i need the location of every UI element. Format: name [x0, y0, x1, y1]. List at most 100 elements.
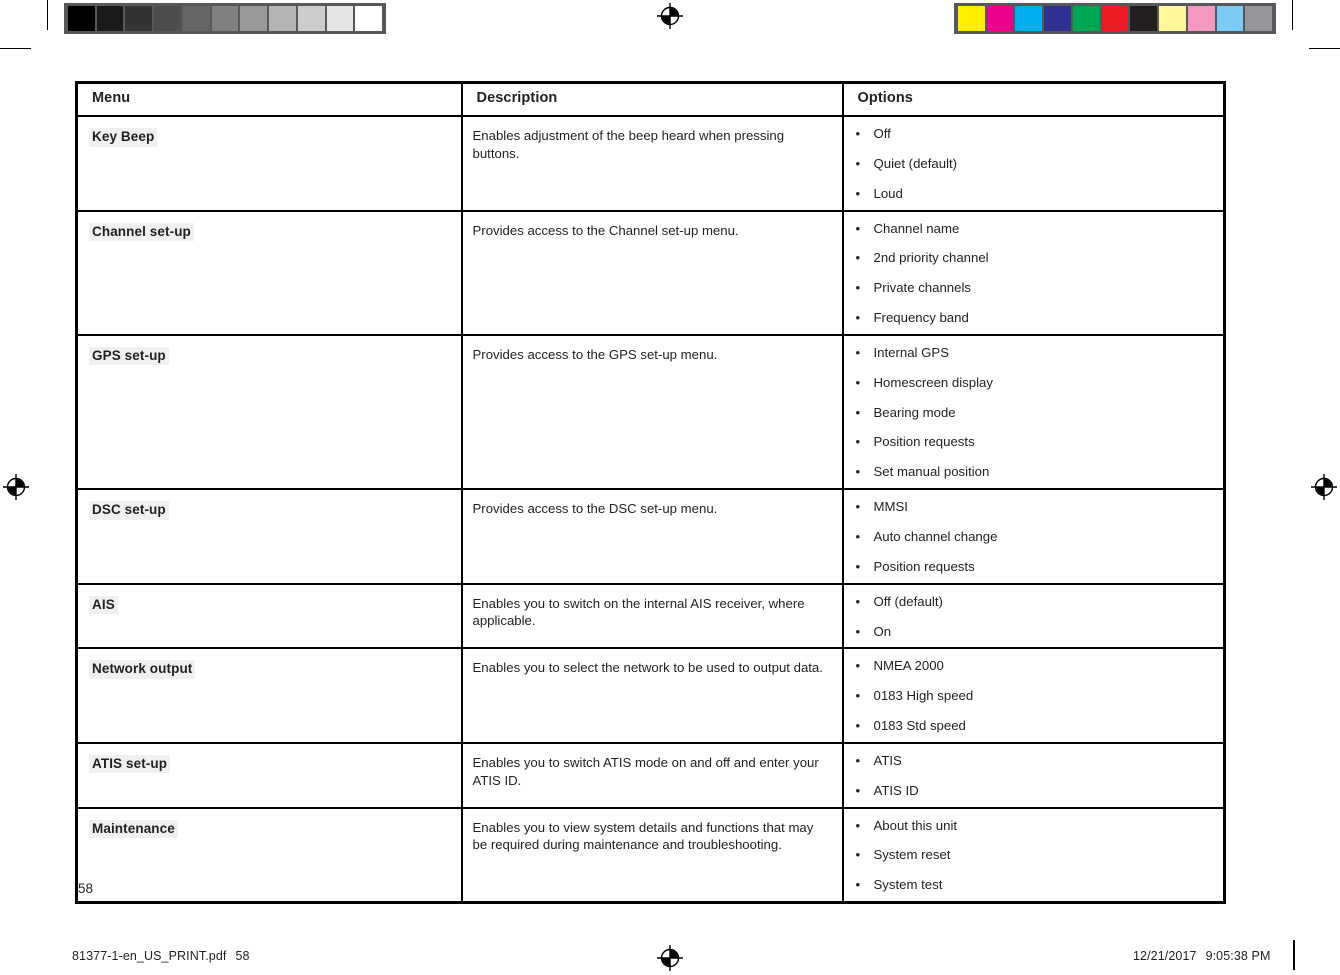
menu-cell: GPS set-up	[75, 333, 463, 491]
list-item: • System reset	[844, 847, 1224, 863]
bullet-icon: •	[855, 185, 861, 201]
table-row: GPS set-up Provides access to the GPS se…	[75, 333, 1226, 491]
bullet-icon: •	[855, 374, 861, 390]
option-label: Bearing mode	[873, 404, 956, 420]
footer-right: 12/21/2017 9:05:38 PM	[1133, 949, 1271, 963]
footer-time: 9:05:38 PM	[1205, 949, 1271, 963]
description-text: Enables you to select the network to be …	[472, 660, 823, 676]
options-list: • Off (default) • On	[844, 585, 1224, 648]
option-label: 0183 Std speed	[873, 718, 966, 734]
option-label: Off (default)	[873, 593, 943, 609]
color-patch-2	[1015, 6, 1043, 31]
bullet-icon: •	[855, 593, 861, 609]
list-item: • MMSI	[844, 499, 1224, 515]
table-row: ATIS set-up Enables you to switch ATIS m…	[75, 741, 1226, 809]
bullet-icon: •	[855, 817, 861, 833]
options-list: • MMSI • Auto channel change • Position req…	[844, 490, 1224, 583]
grayscale-patch-3	[154, 6, 181, 31]
color-calibration-strip	[954, 3, 1276, 34]
bullet-icon: •	[855, 877, 861, 893]
table-row: Channel set-up Provides access to the Ch…	[75, 209, 1226, 336]
bullet-icon: •	[855, 434, 861, 450]
description-cell: Enables you to select the network to be …	[460, 647, 844, 744]
registration-mark-left	[2, 473, 30, 501]
grayscale-patch-0	[68, 6, 95, 31]
bullet-icon: •	[855, 344, 861, 360]
list-item: • Private channels	[844, 280, 1224, 296]
grayscale-patch-4	[182, 6, 210, 31]
grayscale-patch-7	[269, 6, 296, 31]
list-item: • System test	[844, 877, 1224, 893]
list-item: • 2nd priority channel	[844, 250, 1224, 266]
options-cell: • NMEA 2000 • 0183 High speed • 0183 Std sp…	[841, 647, 1226, 744]
bullet-icon: •	[855, 658, 861, 674]
bullet-icon: •	[855, 718, 861, 734]
table-row: Key Beep Enables adjustment of the beep …	[75, 115, 1226, 212]
bullet-icon: •	[855, 155, 861, 171]
crop-mark-top-left-vertical	[47, 0, 48, 30]
bullet-icon: •	[855, 126, 861, 141]
list-item: • Loud	[844, 186, 1224, 202]
options-list: • ATIS • ATIS ID	[844, 744, 1224, 807]
option-label: System reset	[873, 847, 951, 863]
description-text: Enables you to view system details and f…	[472, 819, 814, 853]
grayscale-patch-5	[211, 6, 239, 31]
grayscale-patch-2	[125, 6, 153, 31]
color-patch-5	[1101, 6, 1129, 31]
footer-file-name: 81377-1-en_US_PRINT.pdf	[72, 949, 227, 963]
options-list: • Off • Quiet (default) • Loud	[844, 117, 1224, 210]
list-item: • On	[844, 624, 1224, 640]
table-row: Network output Enables you to select the…	[75, 647, 1226, 744]
registration-mark-top	[656, 2, 684, 30]
menu-cell: Maintenance	[75, 806, 463, 904]
option-label: Internal GPS	[873, 344, 950, 360]
registration-mark-right	[1310, 473, 1338, 501]
description-cell: Provides access to the DSC set-up menu.	[460, 488, 844, 585]
list-item: • Position requests	[844, 559, 1224, 575]
options-cell: • Channel name • 2nd priority channel • Pri…	[841, 209, 1226, 336]
description-text: Enables you to switch ATIS mode on and o…	[472, 754, 819, 788]
grayscale-patch-9	[326, 6, 354, 31]
bullet-icon: •	[855, 528, 861, 544]
option-label: NMEA 2000	[873, 658, 944, 674]
description-cell: Enables you to switch ATIS mode on and o…	[460, 741, 844, 809]
description-text: Provides access to the DSC set-up menu.	[472, 501, 718, 517]
option-label: ATIS	[873, 752, 902, 768]
menu-cell: AIS	[75, 582, 463, 650]
description-cell: Enables you to view system details and f…	[460, 806, 844, 904]
list-item: • Set manual position	[844, 464, 1224, 480]
column-header-options-label: Options	[857, 90, 913, 106]
table-row: AIS Enables you to switch on the interna…	[75, 582, 1226, 650]
table-body: Key Beep Enables adjustment of the beep …	[75, 115, 1226, 904]
bullet-icon: •	[855, 250, 861, 266]
color-patch-7	[1159, 6, 1186, 31]
bullet-icon: •	[855, 280, 861, 296]
footer-date: 12/21/2017	[1133, 949, 1197, 963]
menu-cell: Network output	[75, 647, 463, 744]
grayscale-patch-10	[355, 6, 383, 31]
options-cell: • Internal GPS • Homescreen display • Beari…	[841, 333, 1226, 491]
option-label: ATIS ID	[873, 782, 919, 798]
color-patch-6	[1130, 6, 1158, 31]
list-item: • NMEA 2000	[844, 658, 1224, 674]
list-item: • Quiet (default)	[844, 156, 1224, 172]
column-header-options: Options	[841, 81, 1226, 117]
bullet-icon: •	[855, 404, 861, 420]
options-cell: • Off (default) • On	[841, 582, 1226, 650]
bullet-icon: •	[855, 623, 861, 639]
bullet-icon: •	[855, 847, 861, 863]
menu-name: Maintenance	[89, 819, 178, 839]
description-cell: Enables you to switch on the internal AI…	[460, 582, 844, 650]
option-label: About this unit	[873, 817, 958, 833]
column-header-menu-label: Menu	[92, 90, 131, 106]
description-cell: Provides access to the Channel set-up me…	[460, 209, 844, 336]
registration-mark-bottom	[656, 944, 684, 972]
option-label: Off	[873, 126, 891, 141]
list-item: • Bearing mode	[844, 405, 1224, 421]
menu-name: DSC set-up	[89, 501, 169, 520]
list-item: • 0183 High speed	[844, 688, 1224, 704]
bullet-icon: •	[855, 688, 861, 704]
grayscale-patch-6	[240, 6, 268, 31]
crop-mark-top-left-horizontal	[0, 48, 31, 49]
color-patch-10	[1245, 6, 1273, 31]
